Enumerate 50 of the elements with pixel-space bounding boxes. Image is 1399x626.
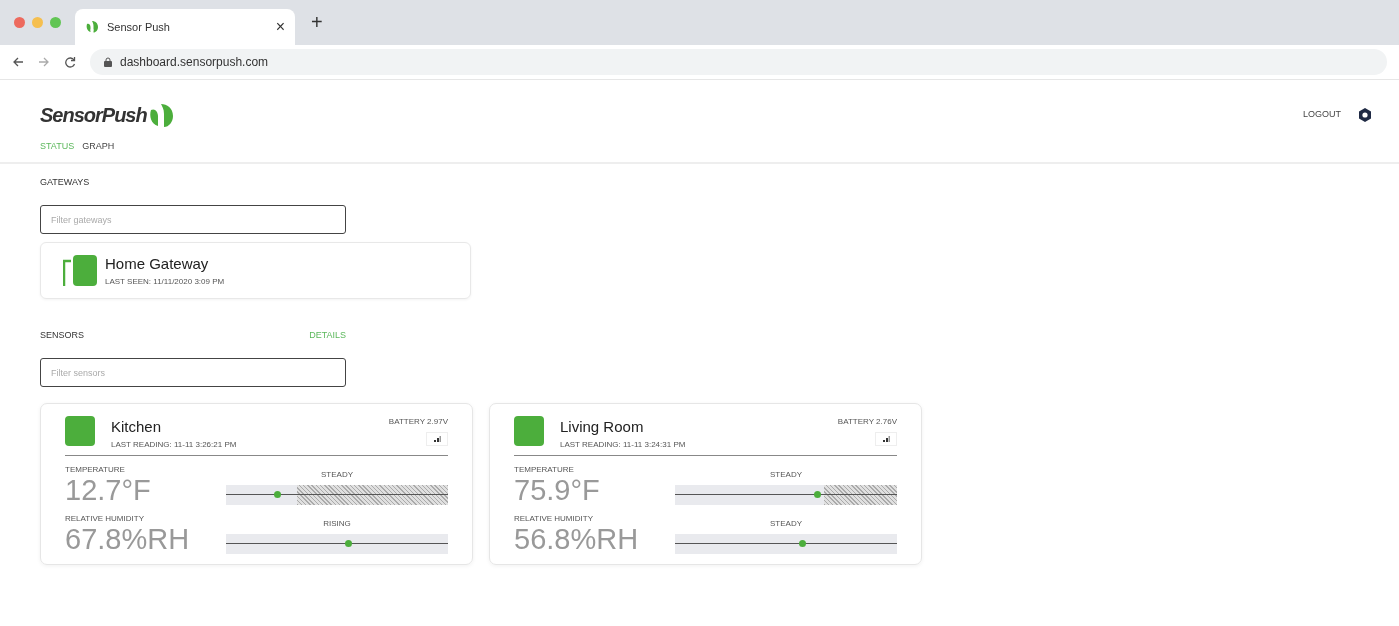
filter-field[interactable]: Filter sensors <box>40 358 346 387</box>
new-tab-button[interactable]: + <box>311 7 323 37</box>
tab-favicon-icon <box>85 20 99 34</box>
battery-text: BATTERY 2.97V <box>388 416 448 428</box>
tab-close-button[interactable]: × <box>275 15 285 39</box>
section-heading: SENSORS <box>40 328 84 342</box>
forward-icon[interactable] <box>38 56 50 68</box>
gateway-icon <box>63 254 97 287</box>
metric-value: 12.7°F <box>65 475 151 505</box>
browser-tab[interactable]: Sensor Push × <box>75 9 295 45</box>
sensor-status-icon <box>514 416 544 446</box>
filter-field[interactable]: Filter gateways <box>40 205 346 234</box>
logout-link[interactable]: LOGOUT <box>1303 108 1341 122</box>
sensor-name: Living Room <box>560 417 645 437</box>
section-heading: GATEWAYS <box>40 175 91 189</box>
back-icon[interactable] <box>12 56 24 68</box>
lock-icon <box>104 57 112 67</box>
trend-text: STEADY <box>321 468 353 481</box>
reload-icon[interactable] <box>64 56 76 68</box>
last-reading-text: LAST READING: 11-11 3:26:21 PM <box>111 438 238 451</box>
window-control-dot[interactable] <box>50 17 61 28</box>
trend-text: STEADY <box>770 517 802 530</box>
sensor-status-icon <box>65 416 95 446</box>
window-control-dot[interactable] <box>14 17 25 28</box>
settings-icon[interactable] <box>1357 107 1373 123</box>
sensor-card[interactable]: Kitchen LAST READING: 11-11 3:26:21 PM BATTERY 2.97V TEMPERATURE 12.7°F STEADY RELATIVE HUMIDITY 67.8%RH RISING <box>40 403 473 565</box>
battery-text: BATTERY 2.76V <box>837 416 897 428</box>
metric-label: RELATIVE HUMIDITY <box>514 512 594 525</box>
metric-label: TEMPERATURE <box>514 463 575 476</box>
brand-name: SensorPush <box>40 103 147 128</box>
metric-label: TEMPERATURE <box>65 463 126 476</box>
tab-title: Sensor Push <box>107 19 171 35</box>
window-control-dot[interactable] <box>32 17 43 28</box>
metric-label: RELATIVE HUMIDITY <box>65 512 145 525</box>
last-reading-text: LAST READING: 11-11 3:24:31 PM <box>560 438 687 451</box>
metric-value: 75.9°F <box>514 475 600 505</box>
signal-icon <box>882 436 890 442</box>
last-seen-text: LAST SEEN: 11/11/2020 3:09 PM <box>105 275 225 288</box>
gateway-name: Home Gateway <box>105 254 210 274</box>
address-bar[interactable]: dashboard.sensorpush.com <box>90 49 1387 75</box>
sensor-name: Kitchen <box>111 417 163 437</box>
url-text: dashboard.sensorpush.com <box>120 54 269 71</box>
metric-value: 56.8%RH <box>514 524 639 554</box>
metric-value: 67.8%RH <box>65 524 190 554</box>
nav-tab[interactable]: GRAPH <box>82 140 115 154</box>
trend-text: STEADY <box>770 468 802 481</box>
trend-text: RISING <box>323 517 351 530</box>
gateway-card[interactable]: Home Gateway LAST SEEN: 11/11/2020 3:09 PM <box>40 242 471 299</box>
signal-icon <box>433 436 441 442</box>
sensor-card[interactable]: Living Room LAST READING: 11-11 3:24:31 PM BATTERY 2.76V TEMPERATURE 75.9°F STEADY RELATIVE HUMIDITY 56.8%RH STEADY <box>489 403 922 565</box>
